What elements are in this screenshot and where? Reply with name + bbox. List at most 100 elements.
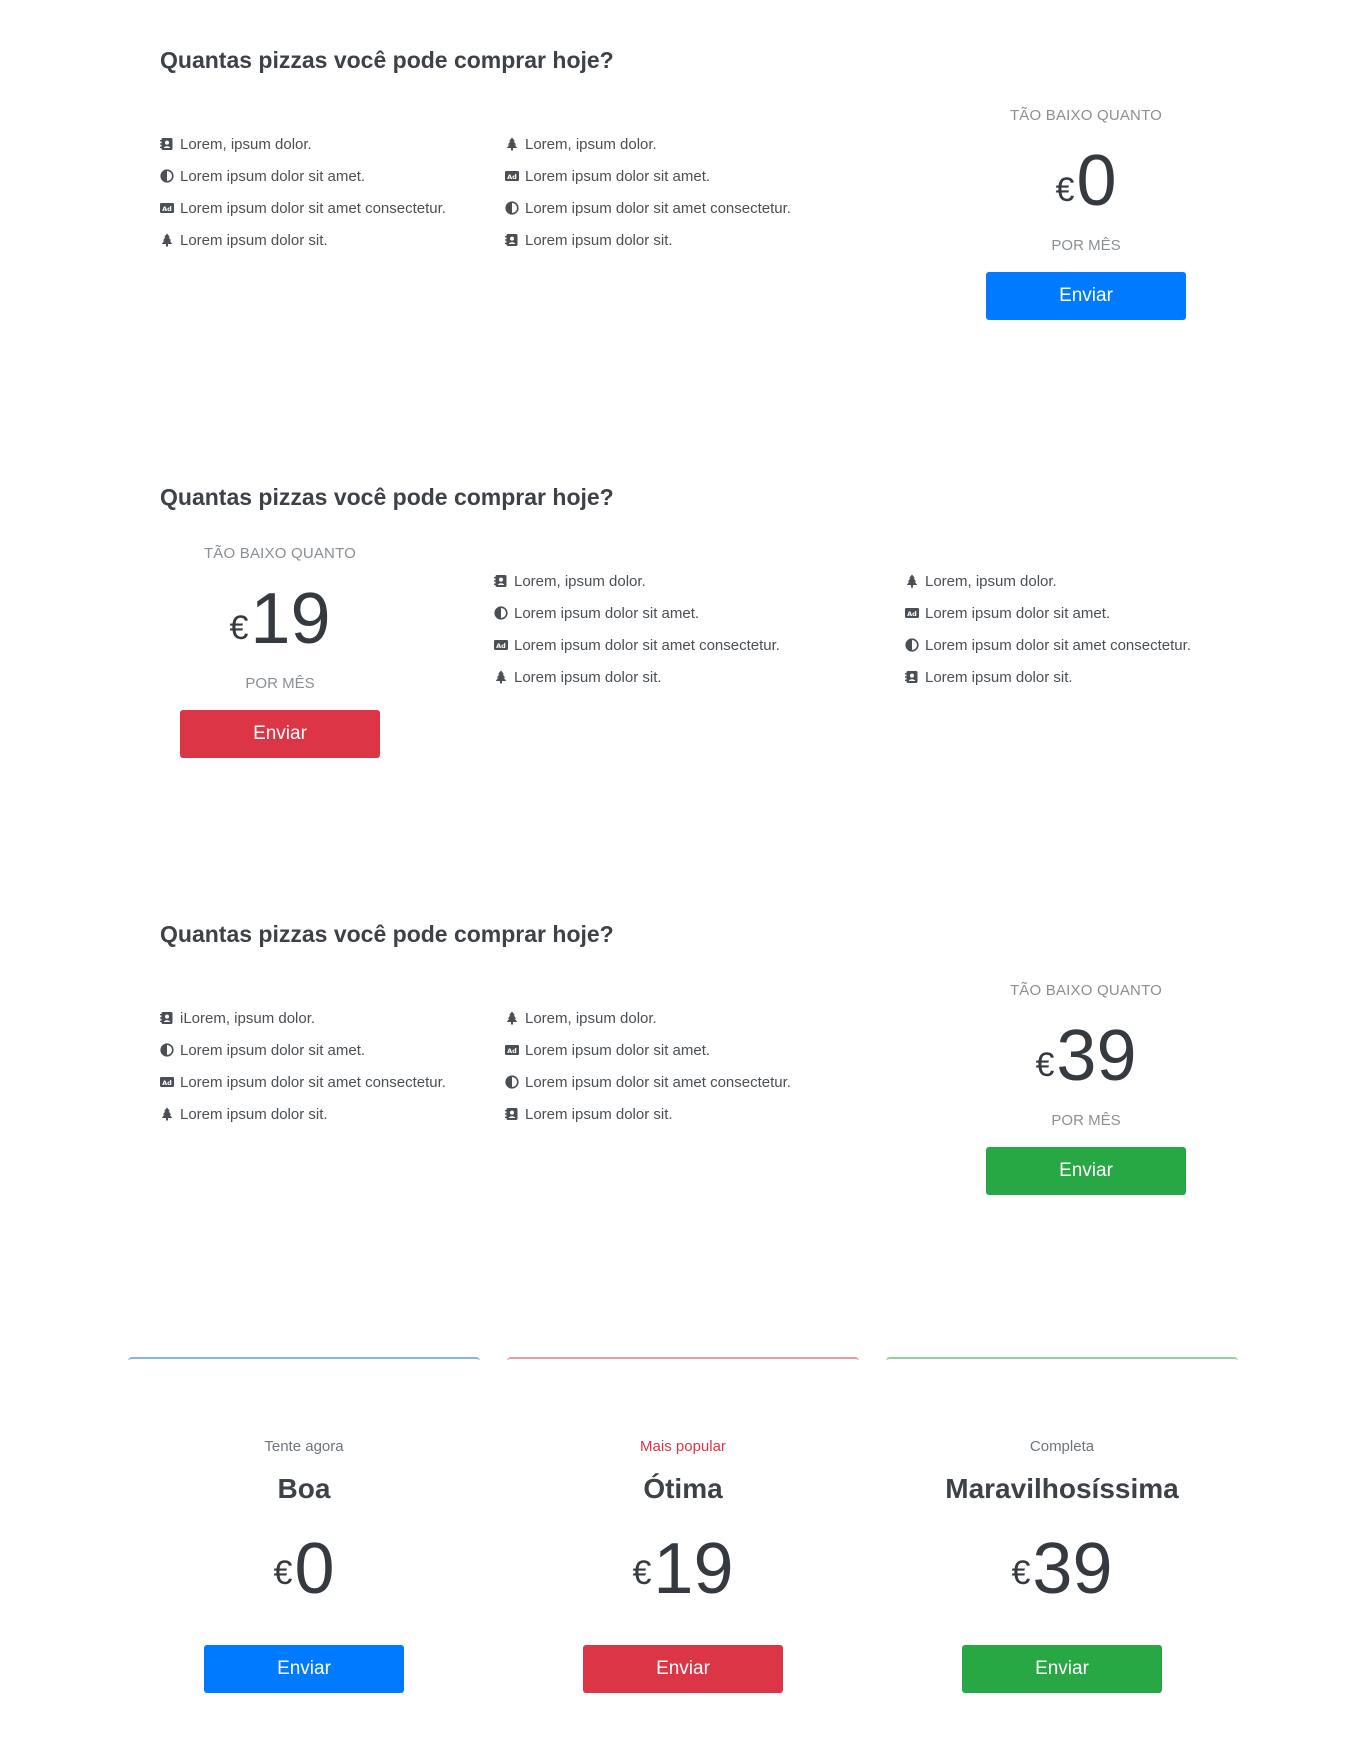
feature-item: Ad Lorem ipsum dolor sit amet.: [505, 160, 791, 192]
price-period: POR MÊS: [1051, 1112, 1121, 1129]
tree-icon: [505, 137, 519, 151]
card-plan-name: Ótima: [643, 1473, 723, 1504]
svg-text:Ad: Ad: [507, 1047, 517, 1055]
ad-icon: Ad: [494, 638, 508, 652]
price: € 39: [986, 1001, 1186, 1111]
ad-icon: Ad: [160, 201, 174, 215]
feature-text: Lorem ipsum dolor sit amet consectetur.: [514, 636, 780, 654]
half-circle-icon: [505, 1075, 519, 1089]
contact-book-icon: [505, 1107, 519, 1121]
tree-icon: [160, 1107, 174, 1121]
price-eyebrow: TÃO BAIXO QUANTO: [1009, 107, 1163, 124]
feature-item: Lorem ipsum dolor sit amet.: [160, 160, 446, 192]
feature-item: Lorem ipsum dolor sit.: [160, 1098, 446, 1130]
tree-icon: [505, 1011, 519, 1025]
feature-item: Ad Lorem ipsum dolor sit amet.: [905, 597, 1191, 629]
feature-text: Lorem ipsum dolor sit amet consectetur.: [925, 636, 1191, 654]
ad-icon: Ad: [160, 1075, 174, 1089]
feature-item: iLorem, ipsum dolor.: [160, 1002, 446, 1034]
submit-button[interactable]: Enviar: [962, 1645, 1162, 1693]
contact-book-icon: [160, 137, 174, 151]
price-amount: 19: [653, 1529, 734, 1609]
price: € 0: [128, 1519, 480, 1619]
contact-book-icon: [494, 574, 508, 588]
feature-text: Lorem ipsum dolor sit amet.: [180, 167, 366, 185]
feature-text: Lorem ipsum dolor sit amet.: [925, 604, 1111, 622]
feature-item: Lorem ipsum dolor sit amet.: [494, 597, 780, 629]
submit-button[interactable]: Enviar: [986, 1147, 1186, 1195]
feature-text: Lorem ipsum dolor sit amet consectetur.: [180, 199, 446, 217]
feature-text: Lorem, ipsum dolor.: [180, 135, 312, 153]
price-period: POR MÊS: [1051, 237, 1121, 254]
feature-text: Lorem, ipsum dolor.: [525, 135, 657, 153]
price: € 19: [180, 564, 380, 674]
submit-button[interactable]: Enviar: [204, 1645, 404, 1693]
tree-icon: [160, 233, 174, 247]
svg-text:Ad: Ad: [496, 642, 506, 650]
currency-symbol: €: [273, 1554, 293, 1592]
card-subtitle: Tente agora: [264, 1438, 344, 1455]
feature-text: Lorem ipsum dolor sit amet consectetur.: [525, 1073, 791, 1091]
section-heading: Quantas pizzas você pode comprar hoje?: [160, 921, 614, 947]
feature-item: Lorem ipsum dolor sit.: [505, 1098, 791, 1130]
half-circle-icon: [494, 606, 508, 620]
price-box: TÃO BAIXO QUANTO € 19 POR MÊS Enviar: [180, 544, 380, 758]
feature-list: Lorem, ipsum dolor. Lorem ipsum dolor sit…: [160, 128, 446, 256]
submit-button[interactable]: Enviar: [583, 1645, 783, 1693]
price-amount: 0: [294, 1529, 335, 1609]
feature-item: Lorem ipsum dolor sit.: [160, 224, 446, 256]
feature-item: Lorem ipsum dolor sit amet.: [160, 1034, 446, 1066]
half-circle-icon: [160, 1043, 174, 1057]
price-amount: 0: [1076, 141, 1117, 221]
card-subtitle: Completa: [1029, 1438, 1095, 1455]
feature-item: Lorem ipsum dolor sit.: [905, 661, 1191, 693]
currency-symbol: €: [1035, 1046, 1055, 1084]
currency-symbol: €: [1055, 171, 1075, 209]
pricing-card-maravilhosissima: Completa Maravilhosíssima € 39 Enviar: [886, 1357, 1238, 1719]
tree-icon: [494, 670, 508, 684]
section-heading: Quantas pizzas você pode comprar hoje?: [160, 47, 614, 73]
card-subtitle: Mais popular: [640, 1438, 726, 1455]
currency-symbol: €: [229, 609, 249, 647]
price-amount: 39: [1032, 1529, 1113, 1609]
pricing-card-otima: Mais popular Ótima € 19 Enviar: [507, 1357, 859, 1719]
card-plan-name: Maravilhosíssima: [945, 1473, 1179, 1504]
feature-list: Lorem, ipsum dolor. Ad Lorem ipsum dolor s…: [505, 1002, 791, 1130]
submit-button[interactable]: Enviar: [986, 272, 1186, 320]
feature-item: Lorem ipsum dolor sit.: [494, 661, 780, 693]
svg-text:Ad: Ad: [162, 205, 172, 213]
feature-item: Ad Lorem ipsum dolor sit amet.: [505, 1034, 791, 1066]
svg-text:Ad: Ad: [507, 173, 517, 181]
feature-text: Lorem ipsum dolor sit.: [525, 231, 673, 249]
price-amount: 39: [1056, 1016, 1137, 1096]
ad-icon: Ad: [505, 169, 519, 183]
pricing-card-boa: Tente agora Boa € 0 Enviar: [128, 1357, 480, 1719]
contact-book-icon: [505, 233, 519, 247]
feature-text: iLorem, ipsum dolor.: [180, 1009, 316, 1027]
feature-list: iLorem, ipsum dolor. Lorem ipsum dolor si…: [160, 1002, 446, 1130]
feature-text: Lorem ipsum dolor sit.: [514, 668, 662, 686]
feature-text: Lorem ipsum dolor sit amet.: [525, 167, 711, 185]
half-circle-icon: [505, 201, 519, 215]
feature-text: Lorem ipsum dolor sit amet consectetur.: [180, 1073, 446, 1091]
feature-item: Ad Lorem ipsum dolor sit amet consectetur…: [494, 629, 780, 661]
feature-list: Lorem, ipsum dolor. Ad Lorem ipsum dolor s…: [905, 565, 1191, 693]
currency-symbol: €: [632, 1554, 652, 1592]
price: € 0: [986, 126, 1186, 236]
feature-text: Lorem, ipsum dolor.: [525, 1009, 657, 1027]
price-eyebrow: TÃO BAIXO QUANTO: [1009, 982, 1163, 999]
price: € 19: [507, 1519, 859, 1619]
feature-text: Lorem ipsum dolor sit amet.: [525, 1041, 711, 1059]
feature-item: Lorem ipsum dolor sit.: [505, 224, 791, 256]
feature-text: Lorem ipsum dolor sit.: [180, 231, 328, 249]
feature-item: Lorem ipsum dolor sit amet consectetur.: [905, 629, 1191, 661]
submit-button[interactable]: Enviar: [180, 710, 380, 758]
price-box: TÃO BAIXO QUANTO € 39 POR MÊS Enviar: [986, 981, 1186, 1195]
currency-symbol: €: [1011, 1554, 1031, 1592]
half-circle-icon: [160, 169, 174, 183]
feature-text: Lorem ipsum dolor sit amet consectetur.: [525, 199, 791, 217]
section-heading: Quantas pizzas você pode comprar hoje?: [160, 484, 614, 510]
feature-item: Lorem ipsum dolor sit amet consectetur.: [505, 1066, 791, 1098]
feature-item: Lorem, ipsum dolor.: [905, 565, 1191, 597]
feature-text: Lorem, ipsum dolor.: [925, 572, 1057, 590]
